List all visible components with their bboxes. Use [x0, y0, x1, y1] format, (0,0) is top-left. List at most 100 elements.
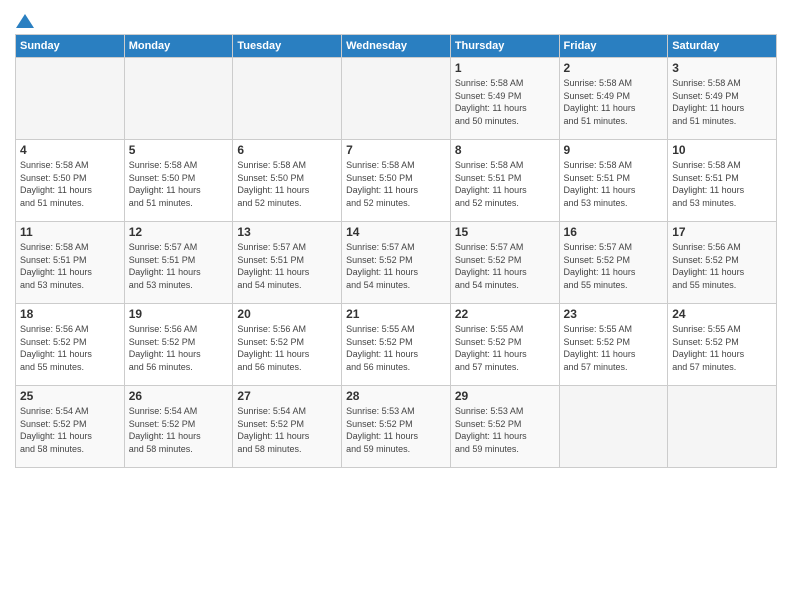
day-info: Sunrise: 5:58 AM Sunset: 5:49 PM Dayligh…: [672, 77, 772, 127]
calendar-cell: 1 Sunrise: 5:58 AM Sunset: 5:49 PM Daylig…: [450, 58, 559, 140]
day-number: 25: [20, 389, 120, 403]
calendar-header-row: SundayMondayTuesdayWednesdayThursdayFrid…: [16, 35, 777, 58]
logo-triangle-icon: [16, 12, 34, 30]
page: SundayMondayTuesdayWednesdayThursdayFrid…: [0, 0, 792, 612]
day-info: Sunrise: 5:57 AM Sunset: 5:52 PM Dayligh…: [346, 241, 446, 291]
day-number: 20: [237, 307, 337, 321]
calendar-day-header: Friday: [559, 35, 668, 58]
day-number: 1: [455, 61, 555, 75]
calendar-week-row: 1 Sunrise: 5:58 AM Sunset: 5:49 PM Daylig…: [16, 58, 777, 140]
calendar-cell: 7 Sunrise: 5:58 AM Sunset: 5:50 PM Daylig…: [342, 140, 451, 222]
calendar-cell: 15 Sunrise: 5:57 AM Sunset: 5:52 PM Dayli…: [450, 222, 559, 304]
calendar-cell: [16, 58, 125, 140]
day-info: Sunrise: 5:55 AM Sunset: 5:52 PM Dayligh…: [564, 323, 664, 373]
day-number: 16: [564, 225, 664, 239]
day-number: 3: [672, 61, 772, 75]
calendar-cell: 18 Sunrise: 5:56 AM Sunset: 5:52 PM Dayli…: [16, 304, 125, 386]
day-number: 7: [346, 143, 446, 157]
day-number: 11: [20, 225, 120, 239]
day-number: 8: [455, 143, 555, 157]
calendar-cell: [233, 58, 342, 140]
day-number: 6: [237, 143, 337, 157]
calendar-cell: 10 Sunrise: 5:58 AM Sunset: 5:51 PM Dayli…: [668, 140, 777, 222]
calendar-cell: 29 Sunrise: 5:53 AM Sunset: 5:52 PM Dayli…: [450, 386, 559, 468]
day-info: Sunrise: 5:56 AM Sunset: 5:52 PM Dayligh…: [20, 323, 120, 373]
calendar-day-header: Thursday: [450, 35, 559, 58]
day-info: Sunrise: 5:54 AM Sunset: 5:52 PM Dayligh…: [20, 405, 120, 455]
calendar-day-header: Tuesday: [233, 35, 342, 58]
day-info: Sunrise: 5:58 AM Sunset: 5:50 PM Dayligh…: [346, 159, 446, 209]
day-info: Sunrise: 5:58 AM Sunset: 5:49 PM Dayligh…: [455, 77, 555, 127]
day-number: 15: [455, 225, 555, 239]
day-info: Sunrise: 5:58 AM Sunset: 5:49 PM Dayligh…: [564, 77, 664, 127]
day-number: 28: [346, 389, 446, 403]
day-number: 10: [672, 143, 772, 157]
day-info: Sunrise: 5:58 AM Sunset: 5:50 PM Dayligh…: [129, 159, 229, 209]
calendar-cell: 2Sunrise: 5:58 AM Sunset: 5:49 PM Daylig…: [559, 58, 668, 140]
calendar-cell: 22Sunrise: 5:55 AM Sunset: 5:52 PM Dayli…: [450, 304, 559, 386]
calendar-cell: 13 Sunrise: 5:57 AM Sunset: 5:51 PM Dayli…: [233, 222, 342, 304]
calendar-cell: 23 Sunrise: 5:55 AM Sunset: 5:52 PM Dayli…: [559, 304, 668, 386]
day-number: 12: [129, 225, 229, 239]
day-number: 13: [237, 225, 337, 239]
day-info: Sunrise: 5:57 AM Sunset: 5:51 PM Dayligh…: [237, 241, 337, 291]
day-info: Sunrise: 5:53 AM Sunset: 5:52 PM Dayligh…: [455, 405, 555, 455]
day-number: 21: [346, 307, 446, 321]
calendar-cell: 17Sunrise: 5:56 AM Sunset: 5:52 PM Dayli…: [668, 222, 777, 304]
calendar-cell: 27 Sunrise: 5:54 AM Sunset: 5:52 PM Dayli…: [233, 386, 342, 468]
calendar-cell: 24 Sunrise: 5:55 AM Sunset: 5:52 PM Dayli…: [668, 304, 777, 386]
day-number: 19: [129, 307, 229, 321]
calendar-cell: 14Sunrise: 5:57 AM Sunset: 5:52 PM Dayli…: [342, 222, 451, 304]
day-number: 27: [237, 389, 337, 403]
calendar-cell: 26 Sunrise: 5:54 AM Sunset: 5:52 PM Dayli…: [124, 386, 233, 468]
calendar-cell: 19Sunrise: 5:56 AM Sunset: 5:52 PM Dayli…: [124, 304, 233, 386]
header: [15, 10, 777, 28]
day-info: Sunrise: 5:57 AM Sunset: 5:51 PM Dayligh…: [129, 241, 229, 291]
calendar-day-header: Sunday: [16, 35, 125, 58]
calendar-cell: 8 Sunrise: 5:58 AM Sunset: 5:51 PM Daylig…: [450, 140, 559, 222]
day-number: 24: [672, 307, 772, 321]
calendar-day-header: Wednesday: [342, 35, 451, 58]
day-info: Sunrise: 5:57 AM Sunset: 5:52 PM Dayligh…: [455, 241, 555, 291]
calendar-week-row: 11 Sunrise: 5:58 AM Sunset: 5:51 PM Dayli…: [16, 222, 777, 304]
calendar-cell: 4 Sunrise: 5:58 AM Sunset: 5:50 PM Daylig…: [16, 140, 125, 222]
day-info: Sunrise: 5:55 AM Sunset: 5:52 PM Dayligh…: [455, 323, 555, 373]
calendar-cell: 11 Sunrise: 5:58 AM Sunset: 5:51 PM Dayli…: [16, 222, 125, 304]
day-info: Sunrise: 5:54 AM Sunset: 5:52 PM Dayligh…: [237, 405, 337, 455]
day-number: 29: [455, 389, 555, 403]
day-number: 18: [20, 307, 120, 321]
day-info: Sunrise: 5:58 AM Sunset: 5:51 PM Dayligh…: [672, 159, 772, 209]
day-number: 23: [564, 307, 664, 321]
day-info: Sunrise: 5:56 AM Sunset: 5:52 PM Dayligh…: [237, 323, 337, 373]
day-info: Sunrise: 5:58 AM Sunset: 5:51 PM Dayligh…: [20, 241, 120, 291]
calendar-table: SundayMondayTuesdayWednesdayThursdayFrid…: [15, 34, 777, 468]
day-number: 5: [129, 143, 229, 157]
calendar-week-row: 25 Sunrise: 5:54 AM Sunset: 5:52 PM Dayli…: [16, 386, 777, 468]
day-info: Sunrise: 5:56 AM Sunset: 5:52 PM Dayligh…: [672, 241, 772, 291]
calendar-day-header: Saturday: [668, 35, 777, 58]
day-info: Sunrise: 5:53 AM Sunset: 5:52 PM Dayligh…: [346, 405, 446, 455]
calendar-cell: 12 Sunrise: 5:57 AM Sunset: 5:51 PM Dayli…: [124, 222, 233, 304]
day-info: Sunrise: 5:58 AM Sunset: 5:50 PM Dayligh…: [237, 159, 337, 209]
calendar-cell: 16Sunrise: 5:57 AM Sunset: 5:52 PM Dayli…: [559, 222, 668, 304]
day-number: 26: [129, 389, 229, 403]
calendar-cell: [342, 58, 451, 140]
calendar-cell: 21 Sunrise: 5:55 AM Sunset: 5:52 PM Dayli…: [342, 304, 451, 386]
day-info: Sunrise: 5:58 AM Sunset: 5:51 PM Dayligh…: [564, 159, 664, 209]
day-info: Sunrise: 5:55 AM Sunset: 5:52 PM Dayligh…: [346, 323, 446, 373]
calendar-week-row: 4 Sunrise: 5:58 AM Sunset: 5:50 PM Daylig…: [16, 140, 777, 222]
calendar-cell: 6 Sunrise: 5:58 AM Sunset: 5:50 PM Daylig…: [233, 140, 342, 222]
day-number: 9: [564, 143, 664, 157]
day-info: Sunrise: 5:58 AM Sunset: 5:51 PM Dayligh…: [455, 159, 555, 209]
calendar-cell: 9 Sunrise: 5:58 AM Sunset: 5:51 PM Daylig…: [559, 140, 668, 222]
calendar-cell: 3 Sunrise: 5:58 AM Sunset: 5:49 PM Daylig…: [668, 58, 777, 140]
calendar-cell: 28 Sunrise: 5:53 AM Sunset: 5:52 PM Dayli…: [342, 386, 451, 468]
day-info: Sunrise: 5:54 AM Sunset: 5:52 PM Dayligh…: [129, 405, 229, 455]
calendar-cell: [668, 386, 777, 468]
calendar-cell: [559, 386, 668, 468]
calendar-day-header: Monday: [124, 35, 233, 58]
day-info: Sunrise: 5:55 AM Sunset: 5:52 PM Dayligh…: [672, 323, 772, 373]
day-info: Sunrise: 5:58 AM Sunset: 5:50 PM Dayligh…: [20, 159, 120, 209]
day-number: 4: [20, 143, 120, 157]
logo: [15, 14, 34, 28]
